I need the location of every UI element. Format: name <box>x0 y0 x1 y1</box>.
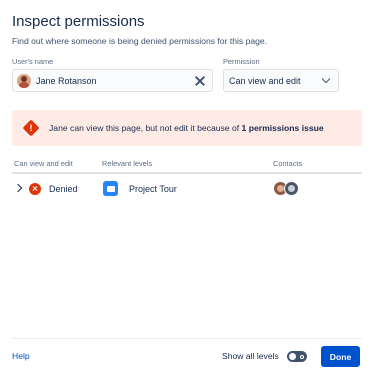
done-button[interactable]: Done <box>321 346 360 367</box>
footer-divider <box>12 338 362 339</box>
user-avatar <box>17 73 31 88</box>
chevron-down-icon[interactable] <box>320 74 334 88</box>
show-all-levels-label: Show all levels <box>222 351 279 361</box>
column-header-contacts: Contacts <box>273 159 303 168</box>
chevron-right-icon[interactable] <box>13 183 23 193</box>
banner-text-prefix: Jane can view this page, but not edit it… <box>49 123 242 133</box>
relevant-level-link[interactable]: Project Tour <box>129 184 177 194</box>
table-header-divider <box>12 172 362 174</box>
dialog-subtitle: Find out where someone is being denied p… <box>12 36 268 46</box>
dialog-title: Inspect permissions <box>12 13 145 30</box>
denied-icon <box>29 183 41 195</box>
permission-select[interactable]: Can view and edit <box>223 69 339 92</box>
banner-message: Jane can view this page, but not edit it… <box>49 123 324 133</box>
banner-issue-count: 1 permissions issue <box>241 123 324 133</box>
permission-label: Permission <box>223 57 260 66</box>
status-label: Denied <box>49 184 78 194</box>
user-name-value[interactable]: Jane Rotanson <box>36 76 190 86</box>
show-all-levels-toggle[interactable] <box>287 351 307 362</box>
table-row: Denied Project Tour <box>12 176 362 202</box>
permission-issue-banner: ! Jane can view this page, but not edit … <box>12 110 362 146</box>
warning-icon: ! <box>22 119 40 137</box>
user-name-label: User's name <box>12 57 54 66</box>
space-icon <box>103 181 118 196</box>
column-header-can-view-and-edit: Can view and edit <box>14 159 73 168</box>
contacts-avatars[interactable] <box>273 181 303 196</box>
contact-avatar[interactable] <box>284 181 299 196</box>
user-name-field[interactable]: Jane Rotanson <box>12 69 213 92</box>
permission-value[interactable]: Can view and edit <box>229 76 320 86</box>
help-link[interactable]: Help <box>12 351 30 361</box>
clear-icon[interactable] <box>190 71 210 91</box>
column-header-relevant-levels: Relevant levels <box>102 159 153 168</box>
